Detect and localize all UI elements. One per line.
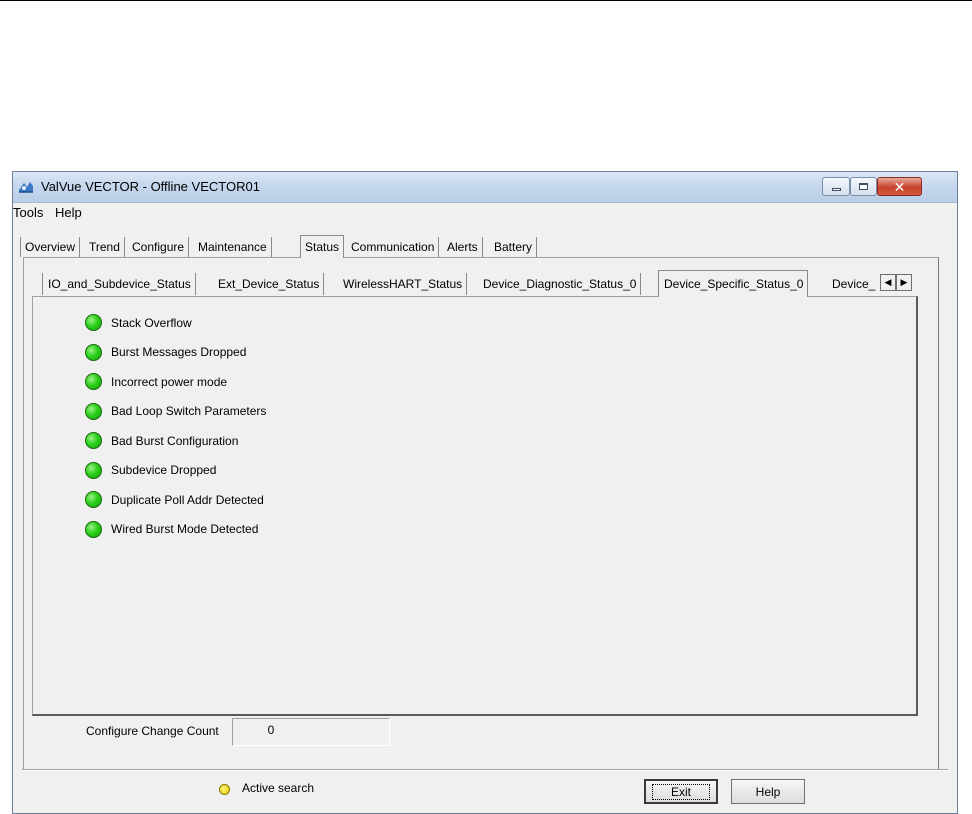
subtab-io-and-subdevice-status[interactable]: IO_and_Subdevice_Status [42, 273, 196, 295]
configure-change-count-label: Configure Change Count [86, 724, 219, 738]
status-led-icon [85, 343, 102, 361]
tab-scroll-right-button[interactable]: ▶ [896, 274, 912, 291]
title-bar[interactable]: ValVue VECTOR - Offline VECTOR01 ✕ [13, 172, 957, 203]
chevron-left-icon: ◀ [884, 277, 892, 287]
tab-communication[interactable]: Communication [347, 237, 440, 257]
help-button[interactable]: Help [731, 779, 805, 804]
minimize-button[interactable] [822, 177, 850, 196]
subtab-device-truncated[interactable]: Device_ [827, 273, 880, 295]
status-label: Duplicate Poll Addr Detected [111, 492, 264, 507]
status-led-icon [85, 461, 102, 479]
status-label: Stack Overflow [111, 315, 192, 330]
subtab-ext-device-status[interactable]: Ext_Device_Status [213, 273, 325, 295]
status-led-icon [85, 402, 102, 420]
subtab-wirelesshart-status[interactable]: WirelessHART_Status [338, 273, 468, 295]
maximize-button[interactable] [850, 177, 877, 196]
chevron-right-icon: ▶ [900, 277, 908, 287]
status-subtab-strip: IO_and_Subdevice_Status Ext_Device_Statu… [20, 270, 916, 297]
status-row-incorrect-power-mode: Incorrect power mode [85, 367, 266, 397]
menu-bar: Tools Help [13, 203, 957, 223]
status-led-icon [85, 491, 102, 509]
maximize-icon [859, 183, 868, 190]
tab-status[interactable]: Status [300, 235, 345, 258]
main-tab-strip: Overview Trend Configure Maintenance Sta… [20, 235, 580, 258]
tab-overview[interactable]: Overview [20, 237, 81, 257]
minimize-icon [831, 188, 841, 191]
tab-configure[interactable]: Configure [128, 237, 190, 257]
status-label: Burst Messages Dropped [111, 345, 247, 360]
status-row-burst-messages-dropped: Burst Messages Dropped [85, 338, 266, 368]
status-row-bad-loop-switch-parameters: Bad Loop Switch Parameters [85, 397, 266, 427]
exit-button-label: Exit [651, 783, 710, 800]
status-led-icon [85, 373, 102, 391]
close-button[interactable]: ✕ [877, 177, 922, 196]
status-indicator-list: Stack Overflow Burst Messages Dropped In… [85, 308, 266, 544]
subtab-device-specific-status-0[interactable]: Device_Specific_Status_0 [658, 270, 809, 297]
close-icon: ✕ [893, 178, 906, 195]
active-search-indicator-icon [219, 784, 230, 795]
valvue-app-icon [19, 182, 33, 193]
tab-trend[interactable]: Trend [85, 237, 125, 257]
tab-battery[interactable]: Battery [490, 237, 538, 257]
status-label: Wired Burst Mode Detected [111, 522, 259, 537]
tab-scroll-arrows: ◀ ▶ [880, 274, 912, 291]
status-row-bad-burst-configuration: Bad Burst Configuration [85, 426, 266, 456]
tab-alerts[interactable]: Alerts [443, 237, 483, 257]
status-row-duplicate-poll-addr-detected: Duplicate Poll Addr Detected [85, 485, 266, 515]
menu-help[interactable]: Help [55, 205, 82, 220]
status-label: Subdevice Dropped [111, 463, 217, 478]
subtab-device-diagnostic-status-0[interactable]: Device_Diagnostic_Status_0 [478, 273, 642, 295]
device-specific-status-panel: Stack Overflow Burst Messages Dropped In… [32, 296, 918, 716]
configure-change-count-value: 0 [232, 718, 390, 746]
top-border-line [0, 0, 972, 1]
tab-scroll-left-button[interactable]: ◀ [880, 274, 896, 291]
footer-separator [22, 769, 948, 771]
status-led-icon [85, 432, 102, 450]
status-label: Bad Loop Switch Parameters [111, 404, 267, 419]
status-row-subdevice-dropped: Subdevice Dropped [85, 456, 266, 486]
status-row-stack-overflow: Stack Overflow [85, 308, 266, 338]
menu-tools[interactable]: Tools [13, 205, 43, 220]
status-row-wired-burst-mode-detected: Wired Burst Mode Detected [85, 515, 266, 545]
status-label: Incorrect power mode [111, 374, 228, 389]
status-led-icon [85, 314, 102, 332]
window-title: ValVue VECTOR - Offline VECTOR01 [41, 179, 260, 194]
exit-button[interactable]: Exit [644, 779, 718, 804]
active-search-status: Active search [242, 781, 315, 795]
status-led-icon [85, 520, 102, 538]
tab-maintenance[interactable]: Maintenance [194, 237, 272, 257]
status-label: Bad Burst Configuration [111, 433, 239, 448]
